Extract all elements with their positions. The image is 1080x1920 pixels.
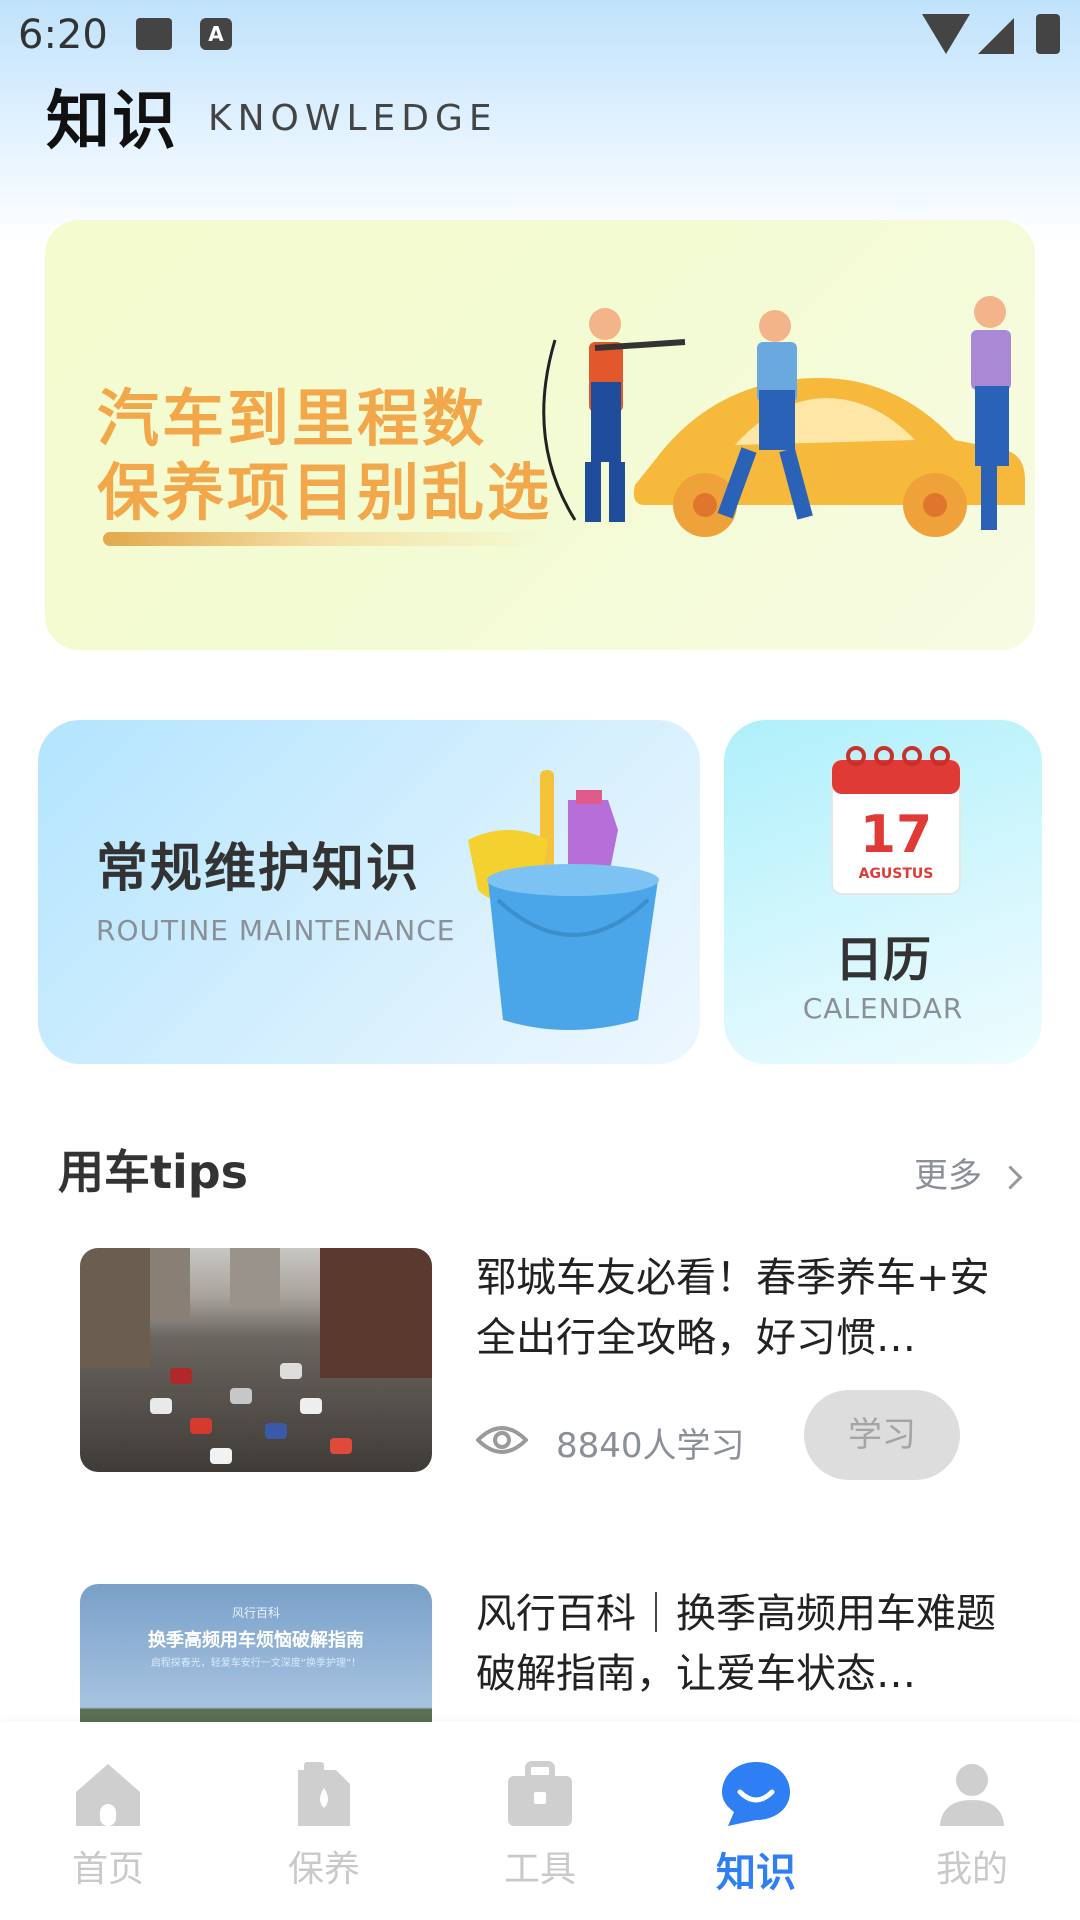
nav-home-label: 首页 — [71, 1849, 144, 1890]
knowledge-icon — [722, 1762, 790, 1826]
eye-icon — [476, 1426, 528, 1454]
image-notification-icon — [136, 18, 172, 50]
battery-icon — [1036, 14, 1060, 54]
article-title: 郓城车友必看！春季养车+安全出行全攻略，好习惯… — [476, 1255, 990, 1361]
toolbox-icon — [508, 1761, 572, 1826]
calendar-card-title: 日历 — [834, 932, 931, 988]
tips-more-link[interactable]: 更多 — [914, 1148, 1023, 1197]
article-title: 风行百科｜换季高频用车难题破解指南，让爱车状态… — [476, 1591, 996, 1697]
nav-maintenance-label: 保养 — [287, 1849, 360, 1890]
routine-card-subtitle: ROUTINE MAINTENANCE — [96, 914, 456, 947]
page-title: 知识 — [46, 85, 178, 159]
signal-icon — [978, 18, 1014, 54]
user-icon — [940, 1764, 1004, 1826]
calendar-card[interactable]: 17 AGUSTUS 日历 CALENDAR — [724, 720, 1042, 1064]
banner-underline — [103, 532, 543, 546]
page-subtitle: KNOWLEDGE — [208, 98, 498, 139]
promo-banner[interactable]: 汽车到里程数 保养项目别乱选 — [45, 220, 1035, 650]
routine-card-title: 常规维护知识 — [96, 839, 421, 899]
text-notification-icon: A — [200, 18, 232, 50]
status-bar: 6:20 A — [0, 0, 1080, 72]
banner-line-2: 保养项目别乱选 — [97, 456, 553, 529]
nav-maintenance[interactable]: 保养 — [216, 1722, 432, 1920]
wifi-icon — [922, 14, 970, 54]
home-icon — [76, 1764, 140, 1826]
nav-knowledge-label: 知识 — [716, 1850, 796, 1896]
thumb-title: 换季高频用车烦恼破解指南 — [148, 1630, 364, 1651]
oil-can-icon — [298, 1762, 350, 1826]
calendar-month: AGUSTUS — [859, 866, 934, 882]
nav-knowledge[interactable]: 知识 — [648, 1722, 864, 1920]
article-item[interactable]: 郓城车友必看！春季养车+安全出行全攻略，好习惯… 8840人学习 学习 — [80, 1248, 1020, 1488]
tips-section-title: 用车tips — [58, 1145, 249, 1199]
tips-more-label: 更多 — [914, 1156, 982, 1196]
article-thumbnail — [80, 1248, 432, 1472]
thumb-brand: 风行百科 — [231, 1606, 280, 1620]
article-view-count: 8840人学习 — [556, 1426, 745, 1466]
routine-maintenance-card[interactable]: 常规维护知识 ROUTINE MAINTENANCE — [38, 720, 700, 1064]
calendar-card-subtitle: CALENDAR — [802, 992, 964, 1025]
nav-tools[interactable]: 工具 — [432, 1722, 648, 1920]
nav-tools-label: 工具 — [503, 1849, 576, 1890]
car-wash-illustration — [542, 296, 1025, 537]
thumb-subtitle: 启程探春光，轻爱车安行一文深度“换季护理”！ — [150, 1658, 362, 1669]
nav-profile[interactable]: 我的 — [864, 1722, 1080, 1920]
bottom-navigation: 首页 保养 工具 知识 我的 — [0, 1722, 1080, 1920]
nav-home[interactable]: 首页 — [0, 1722, 216, 1920]
article-item[interactable]: 风行百科 换季高频用车烦恼破解指南 启程探春光，轻爱车安行一文深度“换季护理”！… — [80, 1584, 1020, 1724]
cleaning-bucket-icon — [468, 770, 659, 1030]
nav-profile-label: 我的 — [935, 1849, 1008, 1890]
status-time: 6:20 — [18, 12, 108, 58]
calendar-icon: 17 AGUSTUS — [831, 746, 961, 895]
calendar-day: 17 — [860, 805, 932, 865]
article-thumbnail: 风行百科 换季高频用车烦恼破解指南 启程探春光，轻爱车安行一文深度“换季护理”！ — [80, 1584, 432, 1724]
chevron-right-icon — [998, 1165, 1023, 1190]
learn-button[interactable]: 学习 — [804, 1390, 960, 1480]
